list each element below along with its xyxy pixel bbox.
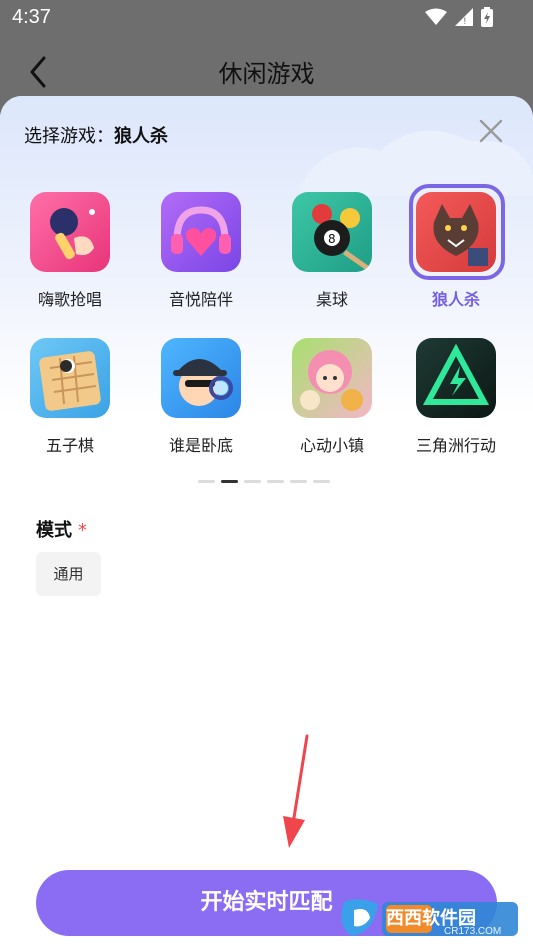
wifi-icon bbox=[425, 8, 447, 31]
game-label: 谁是卧底 bbox=[168, 436, 233, 455]
signal-icon: ! bbox=[455, 8, 473, 31]
game-item-karaoke[interactable]: 嗨歌抢唱 bbox=[20, 192, 120, 310]
arrow-annotation-icon bbox=[275, 732, 315, 856]
spy-detective-icon bbox=[161, 338, 241, 418]
game-label: 桌球 bbox=[315, 290, 348, 309]
game-item-music-companion[interactable]: 音悦陪伴 bbox=[151, 192, 251, 310]
town-girl-icon bbox=[292, 338, 372, 418]
mode-option-general[interactable]: 通用 bbox=[36, 552, 101, 596]
page-dot bbox=[198, 480, 215, 483]
required-mark: * bbox=[78, 520, 87, 541]
game-label: 心动小镇 bbox=[299, 436, 364, 455]
game-select-sheet: 选择游戏：狼人杀 嗨歌抢唱 音悦陪伴 8 桌球 狼人杀 五子棋 谁是卧底 心动小… bbox=[0, 96, 533, 948]
game-item-delta-force[interactable]: 三角洲行动 bbox=[406, 338, 506, 456]
page-dot bbox=[313, 480, 330, 483]
page-dot bbox=[244, 480, 261, 483]
watermark-sub: CR173.COM bbox=[444, 926, 502, 937]
game-item-heart-town[interactable]: 心动小镇 bbox=[282, 338, 382, 456]
mode-title: 模式 bbox=[36, 520, 72, 541]
selected-game-name: 狼人杀 bbox=[114, 126, 168, 147]
game-label: 五子棋 bbox=[45, 436, 94, 455]
close-icon bbox=[479, 119, 503, 143]
page-indicator bbox=[198, 480, 330, 483]
close-button[interactable] bbox=[478, 118, 504, 144]
delta-force-icon bbox=[416, 338, 496, 418]
page-dot bbox=[290, 480, 307, 483]
microphone-icon bbox=[30, 192, 110, 272]
game-item-gomoku[interactable]: 五子棋 bbox=[20, 338, 120, 456]
mode-heading: 模式 * bbox=[36, 516, 87, 542]
game-label: 嗨歌抢唱 bbox=[37, 290, 102, 309]
battery-icon bbox=[481, 7, 493, 32]
game-label: 狼人杀 bbox=[431, 290, 480, 309]
werewolf-icon bbox=[416, 192, 496, 272]
game-item-billiards[interactable]: 8 桌球 bbox=[282, 192, 382, 310]
game-item-werewolf[interactable]: 狼人杀 bbox=[406, 184, 506, 310]
app-header: 休闲游戏 bbox=[0, 36, 533, 96]
page-dot-active bbox=[221, 480, 238, 483]
svg-text:!: ! bbox=[463, 17, 467, 26]
page-dot bbox=[267, 480, 284, 483]
game-label: 音悦陪伴 bbox=[168, 290, 233, 309]
sheet-title: 选择游戏：狼人杀 bbox=[24, 122, 168, 148]
svg-text:8: 8 bbox=[328, 232, 336, 246]
game-label: 三角洲行动 bbox=[415, 436, 496, 455]
status-bar: 4:37 ! bbox=[0, 0, 533, 36]
game-item-spy[interactable]: 谁是卧底 bbox=[151, 338, 251, 456]
gomoku-board-icon bbox=[30, 338, 110, 418]
sheet-title-prefix: 选择游戏： bbox=[24, 126, 114, 147]
billiards-icon: 8 bbox=[292, 192, 372, 272]
status-icons: ! bbox=[425, 7, 493, 32]
status-time: 4:37 bbox=[12, 6, 51, 28]
page-title: 休闲游戏 bbox=[218, 60, 315, 88]
headphones-heart-icon bbox=[161, 192, 241, 272]
